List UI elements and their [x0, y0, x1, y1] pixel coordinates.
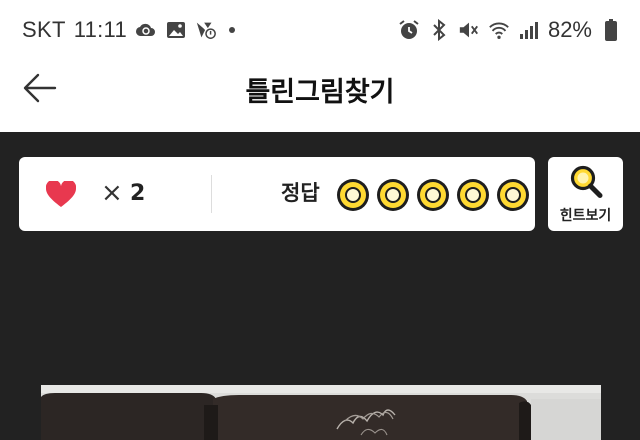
- answer-slot: [377, 179, 409, 211]
- answer-slots: [337, 179, 529, 211]
- answer-label: 정답: [281, 181, 320, 205]
- status-right: 82%: [398, 16, 622, 44]
- puzzle-image[interactable]: [41, 385, 601, 440]
- lives-multiplier: ×: [101, 178, 123, 208]
- answer-slot: [497, 179, 529, 211]
- answer-slot: [417, 179, 449, 211]
- magnifier-icon: [570, 165, 603, 198]
- lives-count: 2: [130, 181, 146, 206]
- divider: [211, 175, 212, 213]
- alarm-icon: [398, 19, 420, 41]
- top-header-area: SKT 11:11 82% 틀린그림찾기: [0, 0, 640, 132]
- carrier-label: SKT: [22, 17, 66, 42]
- page-title: 틀린그림찾기: [245, 77, 395, 108]
- game-status-card: × 2 정답: [19, 157, 535, 231]
- cloud-sync-icon: [135, 19, 157, 41]
- hint-button[interactable]: 힌트보기: [548, 157, 623, 231]
- battery-percent: 82%: [547, 17, 592, 42]
- mute-icon: [458, 19, 480, 41]
- status-bar: SKT 11:11 82%: [0, 0, 640, 60]
- heart-icon: [46, 181, 76, 207]
- clock-label: 11:11: [73, 17, 127, 42]
- navigation-icon: [195, 19, 217, 41]
- bluetooth-icon: [428, 19, 450, 41]
- signal-icon: [518, 19, 540, 41]
- answer-slot: [457, 179, 489, 211]
- status-left: SKT 11:11: [22, 16, 235, 44]
- wifi-icon: [488, 19, 510, 41]
- gallery-icon: [165, 19, 187, 41]
- notification-dot: [228, 27, 235, 33]
- answer-slot: [337, 179, 369, 211]
- hint-label: 힌트보기: [559, 208, 612, 224]
- app-bar: 틀린그림찾기: [0, 60, 640, 116]
- battery-icon: [600, 19, 622, 41]
